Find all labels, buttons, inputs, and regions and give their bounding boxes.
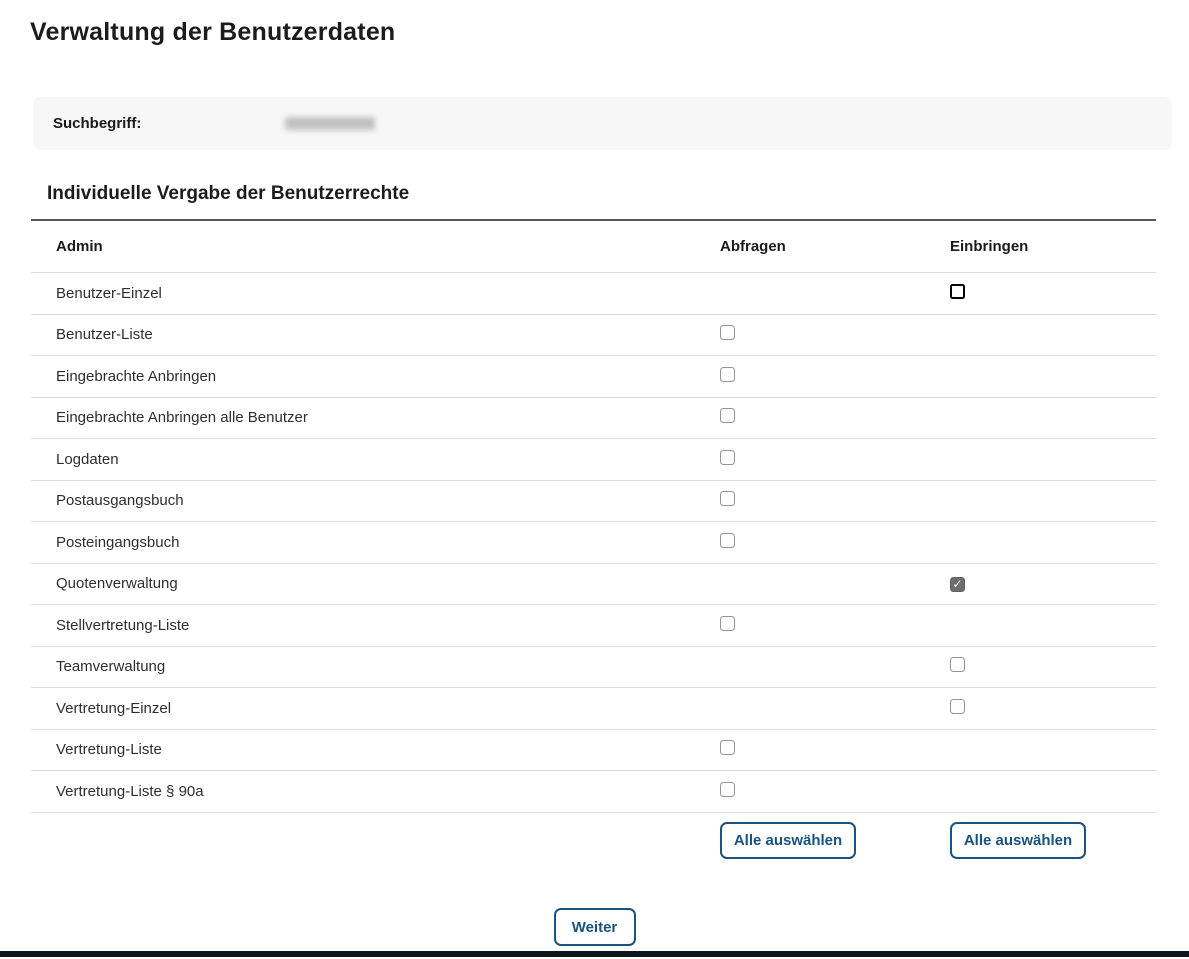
- right-name: Quotenverwaltung: [31, 575, 720, 592]
- right-name: Vertretung-Liste: [31, 741, 720, 758]
- search-term-panel: Suchbegriff:: [33, 97, 1172, 150]
- abfragen-checkbox[interactable]: [720, 740, 735, 755]
- column-header-abfragen: Abfragen: [720, 238, 950, 255]
- search-term-value-redacted: [285, 117, 375, 130]
- table-row: Benutzer-Einzel: [31, 273, 1156, 315]
- abfragen-checkbox[interactable]: [720, 491, 735, 506]
- user-rights-section: Individuelle Vergabe der Benutzerrechte …: [31, 183, 1156, 859]
- table-row: Vertretung-Liste § 90a: [31, 771, 1156, 813]
- right-name: Posteingangsbuch: [31, 534, 720, 551]
- rights-table-body: Benutzer-Einzel Benutzer-Liste Eingebrac…: [31, 273, 1156, 813]
- einbringen-checkbox[interactable]: [950, 284, 965, 299]
- abfragen-checkbox[interactable]: [720, 533, 735, 548]
- right-name: Logdaten: [31, 451, 720, 468]
- einbringen-checkbox[interactable]: ✓: [950, 577, 965, 592]
- abfragen-checkbox[interactable]: [720, 367, 735, 382]
- table-row: Benutzer-Liste: [31, 315, 1156, 357]
- right-name: Postausgangsbuch: [31, 492, 720, 509]
- abfragen-checkbox[interactable]: [720, 325, 735, 340]
- abfragen-checkbox[interactable]: [720, 450, 735, 465]
- right-name: Benutzer-Liste: [31, 326, 720, 343]
- select-all-row: Alle auswählen Alle auswählen: [31, 822, 1156, 859]
- right-name: Eingebrachte Anbringen: [31, 368, 720, 385]
- rights-table-header: Admin Abfragen Einbringen: [31, 221, 1156, 273]
- user-data-admin-page: Verwaltung der Benutzerdaten Suchbegriff…: [0, 0, 1189, 959]
- column-header-einbringen: Einbringen: [950, 238, 1156, 255]
- select-all-einbringen-button[interactable]: Alle auswählen: [950, 822, 1086, 859]
- abfragen-checkbox[interactable]: [720, 408, 735, 423]
- rights-section-heading: Individuelle Vergabe der Benutzerrechte: [31, 183, 1156, 221]
- right-name: Eingebrachte Anbringen alle Benutzer: [31, 409, 720, 426]
- abfragen-checkbox[interactable]: [720, 782, 735, 797]
- table-row: Eingebrachte Anbringen alle Benutzer: [31, 398, 1156, 440]
- select-all-abfragen-button[interactable]: Alle auswählen: [720, 822, 856, 859]
- abfragen-checkbox[interactable]: [720, 616, 735, 631]
- table-row: Teamverwaltung: [31, 647, 1156, 689]
- right-name: Benutzer-Einzel: [31, 285, 720, 302]
- table-row: Stellvertretung-Liste: [31, 605, 1156, 647]
- table-row: Posteingangsbuch: [31, 522, 1156, 564]
- table-row: Quotenverwaltung ✓: [31, 564, 1156, 606]
- weiter-button-row: Weiter: [0, 908, 1189, 946]
- right-name: Teamverwaltung: [31, 658, 720, 675]
- table-row: Vertretung-Liste: [31, 730, 1156, 772]
- right-name: Vertretung-Liste § 90a: [31, 783, 720, 800]
- einbringen-checkbox[interactable]: [950, 657, 965, 672]
- right-name: Stellvertretung-Liste: [31, 617, 720, 634]
- footer-bar: [0, 951, 1189, 957]
- search-term-label: Suchbegriff:: [53, 115, 253, 132]
- right-name: Vertretung-Einzel: [31, 700, 720, 717]
- table-row: Vertretung-Einzel: [31, 688, 1156, 730]
- table-row: Eingebrachte Anbringen: [31, 356, 1156, 398]
- einbringen-checkbox[interactable]: [950, 699, 965, 714]
- weiter-button[interactable]: Weiter: [554, 908, 636, 946]
- page-title: Verwaltung der Benutzerdaten: [30, 18, 395, 47]
- column-header-admin: Admin: [31, 238, 720, 255]
- table-row: Logdaten: [31, 439, 1156, 481]
- table-row: Postausgangsbuch: [31, 481, 1156, 523]
